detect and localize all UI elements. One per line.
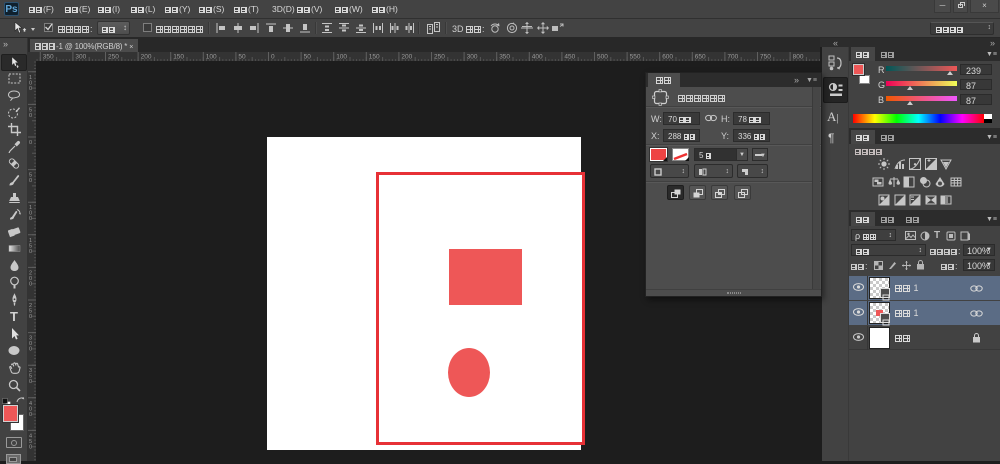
- svg-text:700: 700: [727, 54, 738, 61]
- svg-text:250: 250: [108, 54, 119, 61]
- svg-text:450: 450: [564, 54, 575, 61]
- svg-text:0: 0: [29, 178, 32, 184]
- svg-text:150: 150: [173, 54, 184, 61]
- svg-text:600: 600: [662, 54, 673, 61]
- svg-text:50: 50: [304, 54, 312, 61]
- svg-text:300: 300: [467, 54, 478, 61]
- svg-text:150: 150: [369, 54, 380, 61]
- svg-text:0: 0: [29, 113, 32, 119]
- svg-text:500: 500: [597, 54, 608, 61]
- svg-text:200: 200: [141, 54, 152, 61]
- svg-text:0: 0: [29, 140, 32, 146]
- svg-text:0: 0: [29, 347, 32, 353]
- svg-text:350: 350: [43, 54, 54, 61]
- svg-text:0: 0: [29, 86, 32, 92]
- svg-text:0: 0: [29, 379, 32, 385]
- svg-text:0: 0: [271, 54, 275, 61]
- svg-text:650: 650: [695, 54, 706, 61]
- svg-text:50: 50: [238, 54, 246, 61]
- svg-text:0: 0: [29, 314, 32, 320]
- svg-text:100: 100: [336, 54, 347, 61]
- svg-text:800: 800: [793, 54, 804, 61]
- svg-text:750: 750: [760, 54, 771, 61]
- svg-text:250: 250: [434, 54, 445, 61]
- svg-text:550: 550: [630, 54, 641, 61]
- svg-text:300: 300: [75, 54, 86, 61]
- svg-text:0: 0: [29, 444, 32, 450]
- svg-text:200: 200: [401, 54, 412, 61]
- svg-text:0: 0: [29, 249, 32, 255]
- svg-text:100: 100: [206, 54, 217, 61]
- svg-text:0: 0: [29, 281, 32, 287]
- svg-text:0: 0: [29, 412, 32, 418]
- svg-text:350: 350: [499, 54, 510, 61]
- svg-text:400: 400: [532, 54, 543, 61]
- svg-text:0: 0: [29, 216, 32, 222]
